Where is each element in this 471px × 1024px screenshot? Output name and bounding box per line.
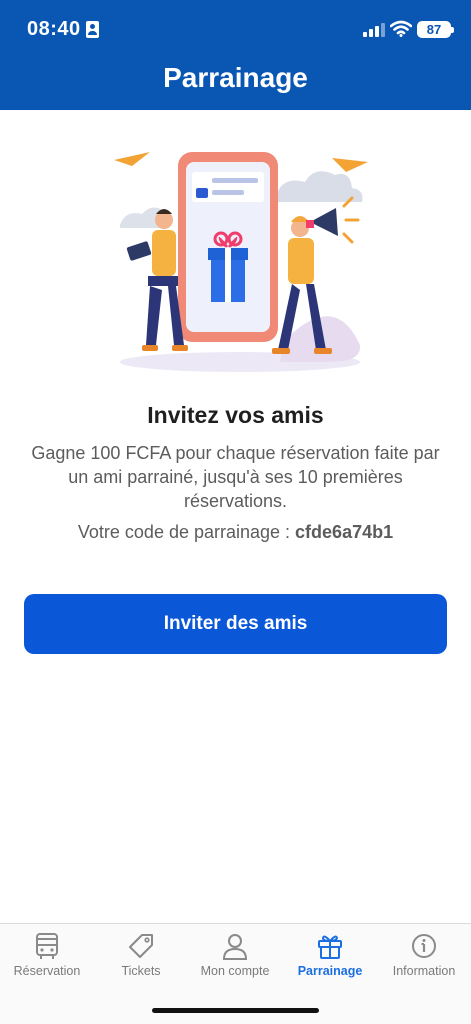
battery-icon: 87	[417, 21, 454, 38]
tab-label-tickets: Tickets	[121, 964, 161, 978]
id-card-icon	[86, 21, 99, 38]
tab-label-reservation: Réservation	[13, 964, 81, 978]
referral-illustration	[114, 152, 368, 372]
tab-tickets[interactable]: Tickets	[94, 932, 188, 994]
info-icon	[412, 934, 436, 958]
tab-label-mon-compte: Mon compte	[200, 964, 270, 978]
tag-icon	[129, 934, 153, 958]
battery-level: 87	[426, 22, 442, 37]
referral-code-label: Votre code de parrainage :	[77, 522, 296, 542]
tab-label-information: Information	[392, 964, 456, 978]
referral-code-line: Votre code de parrainage : cfde6a74b1	[0, 522, 471, 543]
home-indicator	[152, 1008, 319, 1013]
tab-mon-compte[interactable]: Mon compte	[188, 932, 282, 994]
status-bar: 08:40 87	[0, 0, 471, 60]
tab-parrainage[interactable]: Parrainage	[283, 932, 377, 994]
invite-title: Invitez vos amis	[147, 402, 324, 428]
bus-icon	[36, 933, 58, 959]
invite-description: Gagne 100 FCFA pour chaque réservation f…	[31, 443, 440, 511]
referral-code-value[interactable]: cfde6a74b1	[295, 522, 393, 542]
tab-reservation[interactable]: Réservation	[0, 932, 94, 994]
invite-friends-button[interactable]: Inviter des amis	[24, 594, 447, 654]
user-icon	[222, 934, 248, 960]
tab-label-parrainage: Parrainage	[297, 964, 363, 978]
cellular-signal-icon	[363, 22, 385, 37]
status-time: 08:40	[27, 18, 81, 40]
wifi-icon	[390, 20, 412, 37]
page-title: Parrainage	[163, 62, 308, 93]
tab-information[interactable]: Information	[377, 932, 471, 994]
gift-icon	[318, 935, 342, 959]
top-header: 08:40 87 Parrainage	[0, 0, 471, 110]
